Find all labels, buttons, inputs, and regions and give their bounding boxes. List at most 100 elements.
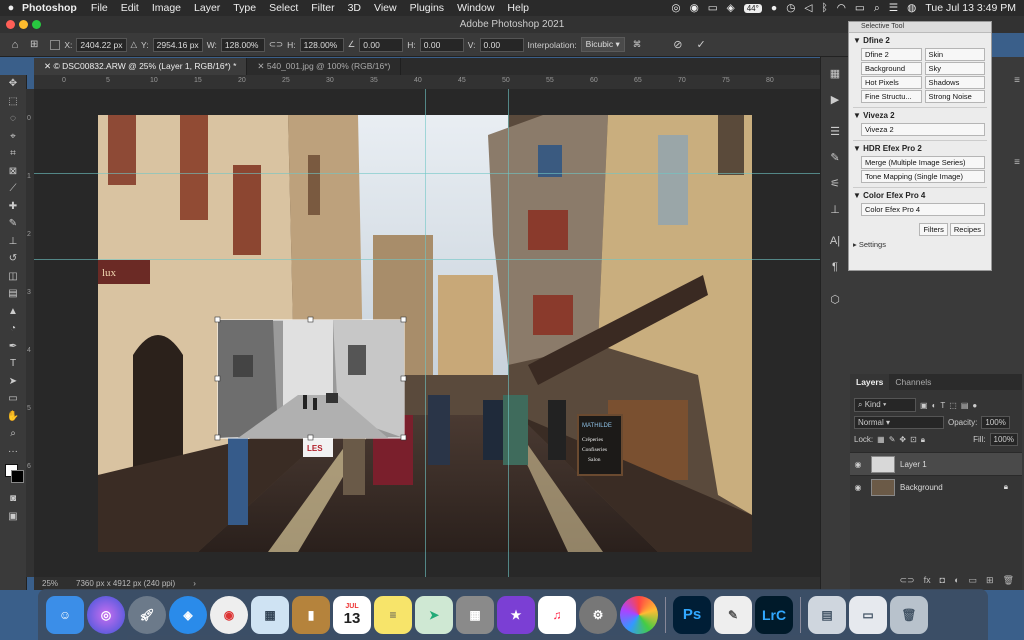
panel-menu-icon[interactable]: ≡ [1014, 75, 1020, 86]
filters-tab[interactable]: Filters [919, 223, 948, 236]
dodge-tool-icon[interactable]: ◔ [0, 320, 26, 338]
lasso-tool-icon[interactable]: ◌ [0, 110, 26, 128]
status-menu-icon[interactable]: › [193, 579, 196, 588]
filter-type-icon[interactable]: T [940, 401, 945, 410]
quick-mask-icon[interactable]: ◙ [0, 490, 26, 508]
tab-dsc00832[interactable]: ✕ © DSC00832.ARW @ 25% (Layer 1, RGB/16*… [34, 58, 248, 75]
height-input[interactable]: 128.00% [299, 37, 344, 52]
screen-mode-icon[interactable]: ▣ [0, 508, 26, 526]
menu-3d[interactable]: 3D [348, 2, 361, 14]
filter-adjustment-icon[interactable]: ◐ [932, 401, 937, 410]
shadows-button[interactable]: Shadows [924, 76, 985, 89]
background-color-swatch[interactable] [11, 470, 24, 483]
temperature-badge[interactable]: 44° [743, 3, 762, 13]
character-icon[interactable]: A| [821, 231, 849, 251]
recipes-tab[interactable]: Recipes [949, 223, 985, 236]
viveza2-button[interactable]: Viveza 2 [861, 123, 985, 136]
tab-540-001[interactable]: ✕ 540_001.jpg @ 100% (RGB/16*) [247, 58, 402, 75]
brushes-icon[interactable]: ⚟ [821, 173, 849, 193]
rotation-input[interactable]: 0.00 [359, 37, 404, 52]
section-color-efex-pro-4[interactable]: ▼ Color Efex Pro 4 [849, 188, 991, 203]
volume-icon[interactable]: ◁ [804, 2, 812, 14]
tab-channels[interactable]: Channels [889, 374, 937, 390]
creative-cloud-icon[interactable]: ◎ [671, 2, 680, 14]
adjustments-icon[interactable]: ☰ [821, 121, 849, 141]
brush-settings-icon[interactable]: ✎ [821, 147, 849, 167]
strong-noise-button[interactable]: Strong Noise [924, 90, 985, 103]
menu-type[interactable]: Type [233, 2, 256, 14]
control-center-icon[interactable]: ☰ [889, 2, 898, 14]
home-icon[interactable]: ⌂ [4, 39, 26, 51]
y-position-input[interactable]: 2954.16 px [152, 37, 203, 52]
section-dfine-2[interactable]: ▼ Dfine 2 [849, 33, 991, 48]
interpolation-select[interactable]: Bicubic ▾ [580, 37, 625, 52]
pen-tool-icon[interactable]: ✒ [0, 338, 26, 356]
3d-icon[interactable]: ⬡ [821, 289, 849, 309]
opacity-input[interactable]: 100% [981, 416, 1010, 429]
add-mask-icon[interactable]: ◘ [940, 575, 945, 586]
layer-filter-kind[interactable]: ⌕ Kind ▾ [854, 398, 916, 412]
section-viveza-2[interactable]: ▼ Viveza 2 [849, 108, 991, 123]
guide-vertical[interactable] [508, 89, 509, 577]
tab-layers[interactable]: Layers [850, 374, 890, 390]
vertical-skew-input[interactable]: 0.00 [479, 37, 524, 52]
marquee-tool-icon[interactable]: ⬚ [0, 93, 26, 111]
menu-layer[interactable]: Layer [194, 2, 220, 14]
spot-healing-tool-icon[interactable]: ✚ [0, 198, 26, 216]
reference-point-icon[interactable]: ⊞ [30, 39, 38, 50]
bluetooth-status-icon[interactable]: ◈ [727, 2, 735, 14]
clone-source-icon[interactable]: ⊥ [821, 199, 849, 219]
lock-all-icon[interactable]: 🔒︎ [921, 435, 925, 445]
textedit-icon[interactable]: ✎ [714, 595, 752, 634]
dfine2-button[interactable]: Dfine 2 [861, 48, 922, 61]
guide-horizontal[interactable] [34, 259, 820, 260]
app-menu[interactable]: Photoshop [22, 2, 77, 14]
launchpad-icon[interactable]: 🚀︎ [128, 595, 166, 634]
brush-tool-icon[interactable]: ✎ [0, 215, 26, 233]
documents-stack-icon[interactable]: ▭ [849, 595, 887, 634]
zoom-level[interactable]: 25% [42, 579, 58, 588]
guide-vertical[interactable] [425, 89, 426, 577]
apple-menu-icon[interactable]: ● [0, 2, 22, 14]
layer-name[interactable]: Layer 1 [900, 460, 927, 469]
blur-tool-icon[interactable]: ▲ [0, 303, 26, 321]
display-icon[interactable]: ▭ [708, 2, 718, 14]
menu-help[interactable]: Help [507, 2, 529, 14]
x-position-input[interactable]: 2404.22 px [76, 37, 127, 52]
preview-icon[interactable]: ▦ [251, 595, 289, 634]
layer1-bw-photo[interactable] [217, 319, 405, 439]
layer-row-layer1[interactable]: ◉ Layer 1 [850, 452, 1022, 475]
trash-icon[interactable]: 🗑︎ [890, 595, 928, 634]
visibility-eye-icon[interactable]: ◉ [850, 460, 866, 469]
downloads-stack-icon[interactable]: ▤ [808, 595, 846, 634]
menu-file[interactable]: File [91, 2, 108, 14]
paragraph-icon[interactable]: ¶ [821, 257, 849, 277]
path-select-tool-icon[interactable]: ➤ [0, 373, 26, 391]
lock-position-icon[interactable]: ✥ [899, 435, 906, 444]
bluetooth-icon[interactable]: ᛒ [821, 2, 827, 14]
reference-point-checkbox[interactable] [50, 39, 61, 50]
clock[interactable]: Tue Jul 13 3:49 PM [925, 2, 1016, 14]
new-layer-icon[interactable]: ⊞ [986, 575, 994, 586]
document-info[interactable]: 7360 px x 4912 px (240 ppi) [76, 579, 175, 588]
history-brush-tool-icon[interactable]: ↺ [0, 250, 26, 268]
layer-name[interactable]: Background [900, 483, 943, 492]
rectangle-tool-icon[interactable]: ▭ [0, 390, 26, 408]
gradient-tool-icon[interactable]: ▤ [0, 285, 26, 303]
lock-pixels-icon[interactable]: ✎ [889, 435, 896, 444]
contacts-icon[interactable]: ▮ [292, 595, 330, 634]
lightroom-classic-icon[interactable]: LrC [755, 595, 793, 634]
finder-icon[interactable]: ☺ [46, 595, 84, 634]
search-icon[interactable]: ⌕ [874, 2, 880, 15]
eyedropper-tool-icon[interactable]: ⟋ [0, 180, 26, 198]
angle-icon[interactable]: ∠ [348, 39, 356, 50]
menu-edit[interactable]: Edit [121, 2, 139, 14]
safari-icon[interactable]: ◈ [169, 595, 207, 634]
settings-toggle[interactable]: ▸ Settings [853, 240, 987, 249]
quick-select-tool-icon[interactable]: ⌖ [0, 128, 26, 146]
zoom-window-icon[interactable] [32, 20, 41, 29]
width-input[interactable]: 128.00% [220, 37, 265, 52]
history-icon[interactable]: ▦ [821, 63, 849, 83]
more-tools-icon[interactable]: ··· [0, 443, 26, 461]
panel-menu-icon[interactable]: ≡ [1014, 157, 1020, 168]
